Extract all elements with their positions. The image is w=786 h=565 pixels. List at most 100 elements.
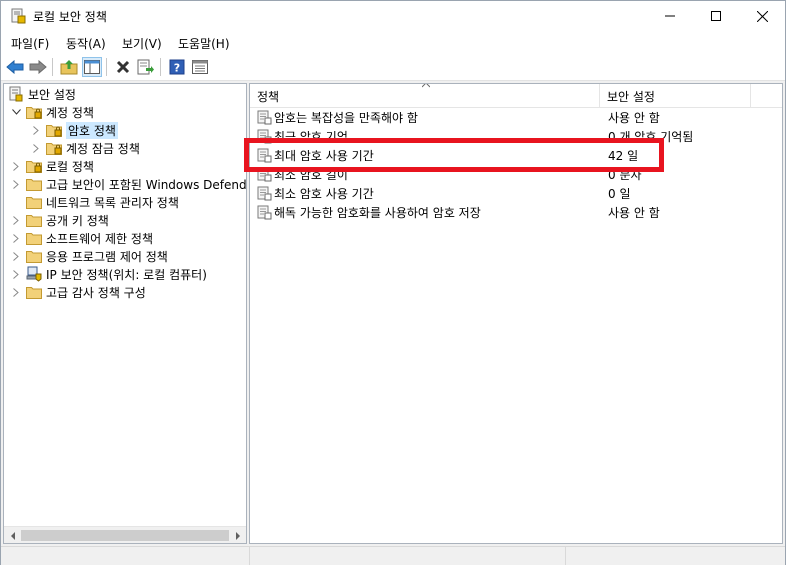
window-title: 로컬 보안 정책	[33, 10, 107, 24]
forward-arrow-icon	[29, 60, 47, 74]
policy-row[interactable]: 암호는 복잡성을 만족해야 함 사용 안 함	[250, 108, 782, 127]
collapsed-chevron-icon[interactable]	[10, 268, 22, 280]
collapsed-chevron-icon[interactable]	[30, 142, 42, 154]
properties-icon	[192, 60, 208, 74]
tree-item[interactable]: IP 보안 정책(위치: 로컬 컴퓨터)	[10, 265, 207, 283]
policy-row[interactable]: 최소 암호 길이 0 문자	[250, 165, 782, 184]
policy-name: 최대 암호 사용 기간	[274, 149, 374, 163]
scrollbar-thumb[interactable]	[21, 530, 229, 541]
tree-item[interactable]: 로컬 정책	[10, 157, 94, 175]
menu-view[interactable]: 보기(V)	[122, 35, 162, 52]
folder-lock-icon	[26, 104, 42, 120]
collapsed-chevron-icon[interactable]	[10, 250, 22, 262]
tree-item-label: 로컬 정책	[46, 159, 94, 174]
column-header-policy[interactable]: 정책	[250, 84, 600, 108]
policy-setting-icon	[257, 129, 272, 144]
collapsed-chevron-icon[interactable]	[10, 214, 22, 226]
menu-action[interactable]: 동작(A)	[66, 35, 106, 52]
collapsed-chevron-icon[interactable]	[10, 178, 22, 190]
policy-row[interactable]: 해독 가능한 암호화를 사용하여 암호 저장 사용 안 함	[250, 203, 782, 222]
policy-name: 암호는 복잡성을 만족해야 함	[274, 111, 418, 125]
scroll-right-arrow-icon[interactable]	[229, 527, 246, 543]
policy-setting-icon	[257, 167, 272, 182]
close-button[interactable]	[739, 1, 785, 31]
help-button[interactable]: ?	[167, 57, 187, 77]
collapsed-chevron-icon[interactable]	[10, 232, 22, 244]
policy-value: 0 문자	[608, 168, 642, 182]
up-one-level-button[interactable]	[59, 57, 79, 77]
column-header-security-setting[interactable]: 보안 설정	[600, 84, 751, 108]
tree-item-label: 고급 감사 정책 구성	[46, 285, 146, 300]
collapsed-chevron-icon[interactable]	[30, 124, 42, 136]
policy-row[interactable]: 최소 암호 사용 기간 0 일	[250, 184, 782, 203]
ip-security-icon	[26, 266, 42, 282]
maximize-button[interactable]	[693, 1, 739, 31]
menu-bar: 파일(F) 동작(A) 보기(V) 도움말(H)	[1, 32, 785, 53]
tree-item-label: 계정 잠금 정책	[66, 141, 140, 156]
status-bar	[1, 546, 785, 565]
menu-file[interactable]: 파일(F)	[11, 35, 49, 52]
policy-setting-icon	[257, 186, 272, 201]
minimize-button[interactable]	[647, 1, 693, 31]
tree-item-label: IP 보안 정책(위치: 로컬 컴퓨터)	[46, 267, 207, 282]
toolbar: ?	[1, 53, 785, 81]
show-hide-console-tree-button[interactable]	[82, 57, 102, 77]
tree-item-label: 계정 정책	[46, 105, 94, 120]
toolbar-separator	[160, 58, 161, 76]
console-tree-pane[interactable]: 보안 설정 계정 정책 암호 정책계정 잠금 정책로컬 정책고급 보안이 포함된 …	[3, 83, 247, 544]
status-bar-section	[565, 547, 785, 565]
tree-item[interactable]: 계정 정책	[10, 103, 94, 121]
export-list-button[interactable]	[136, 57, 156, 77]
list-header: 정책 보안 설정	[250, 84, 782, 108]
policy-row[interactable]: 최근 암호 기억 0 개 암호 기억됨	[250, 127, 782, 146]
tree-item[interactable]: 계정 잠금 정책	[30, 139, 140, 157]
tree-item-label: 암호 정책	[66, 121, 118, 139]
collapsed-chevron-icon[interactable]	[10, 286, 22, 298]
policy-name: 최근 암호 기억	[274, 130, 348, 144]
scroll-left-arrow-icon[interactable]	[4, 527, 21, 543]
folder-icon	[26, 248, 42, 264]
policy-name: 최소 암호 사용 기간	[274, 187, 374, 201]
policy-setting-icon	[257, 110, 272, 125]
properties-button[interactable]	[190, 57, 210, 77]
tree-item[interactable]: 고급 감사 정책 구성	[10, 283, 146, 301]
status-bar-section	[249, 547, 565, 565]
policy-setting-icon	[257, 148, 272, 163]
collapsed-chevron-icon[interactable]	[10, 160, 22, 172]
policy-value: 42 일	[608, 149, 639, 163]
security-settings-icon	[8, 86, 24, 102]
tree-item[interactable]: 응용 프로그램 제어 정책	[10, 247, 168, 265]
svg-text:?: ?	[174, 62, 180, 75]
title-bar[interactable]: 로컬 보안 정책	[1, 1, 785, 32]
forward-button[interactable]	[28, 57, 48, 77]
policy-value: 사용 안 함	[608, 111, 660, 125]
policy-list-pane[interactable]: 정책 보안 설정 암호는 복잡성을 만족해야 함 사용 안 함최근 암호 기억 0 …	[249, 83, 783, 544]
policy-value: 0 개 암호 기억됨	[608, 130, 694, 144]
tree-item-label: 고급 보안이 포함된 Windows Defende	[46, 177, 247, 192]
tree-item[interactable]: 소프트웨어 제한 정책	[10, 229, 153, 247]
policy-row[interactable]: 최대 암호 사용 기간 42 일	[250, 146, 782, 165]
policy-name: 해독 가능한 암호화를 사용하여 암호 저장	[274, 206, 481, 220]
folder-icon	[26, 212, 42, 228]
horizontal-scrollbar[interactable]	[4, 526, 246, 543]
show-hide-tree-icon	[84, 60, 100, 74]
folder-lock-icon	[46, 140, 62, 156]
folder-icon	[26, 176, 42, 192]
column-header-policy-label: 정책	[257, 89, 280, 104]
delete-icon	[116, 60, 130, 74]
menu-help[interactable]: 도움말(H)	[178, 35, 230, 52]
expanded-chevron-icon[interactable]	[10, 106, 22, 118]
tree-root-security-settings[interactable]: 보안 설정	[8, 85, 76, 103]
folder-lock-icon	[46, 122, 62, 138]
close-icon	[756, 10, 768, 22]
folder-lock-icon	[26, 158, 42, 174]
tree-item-label: 응용 프로그램 제어 정책	[46, 249, 168, 264]
delete-button[interactable]	[113, 57, 133, 77]
tree-item[interactable]: 공개 키 정책	[10, 211, 109, 229]
tree-item[interactable]: 네트워크 목록 관리자 정책	[10, 193, 179, 211]
back-button[interactable]	[5, 57, 25, 77]
tree-item[interactable]: 고급 보안이 포함된 Windows Defende	[10, 175, 247, 193]
tree-item[interactable]: 암호 정책	[30, 121, 118, 139]
security-policy-app-icon	[10, 8, 26, 24]
sort-ascending-icon	[422, 84, 430, 88]
